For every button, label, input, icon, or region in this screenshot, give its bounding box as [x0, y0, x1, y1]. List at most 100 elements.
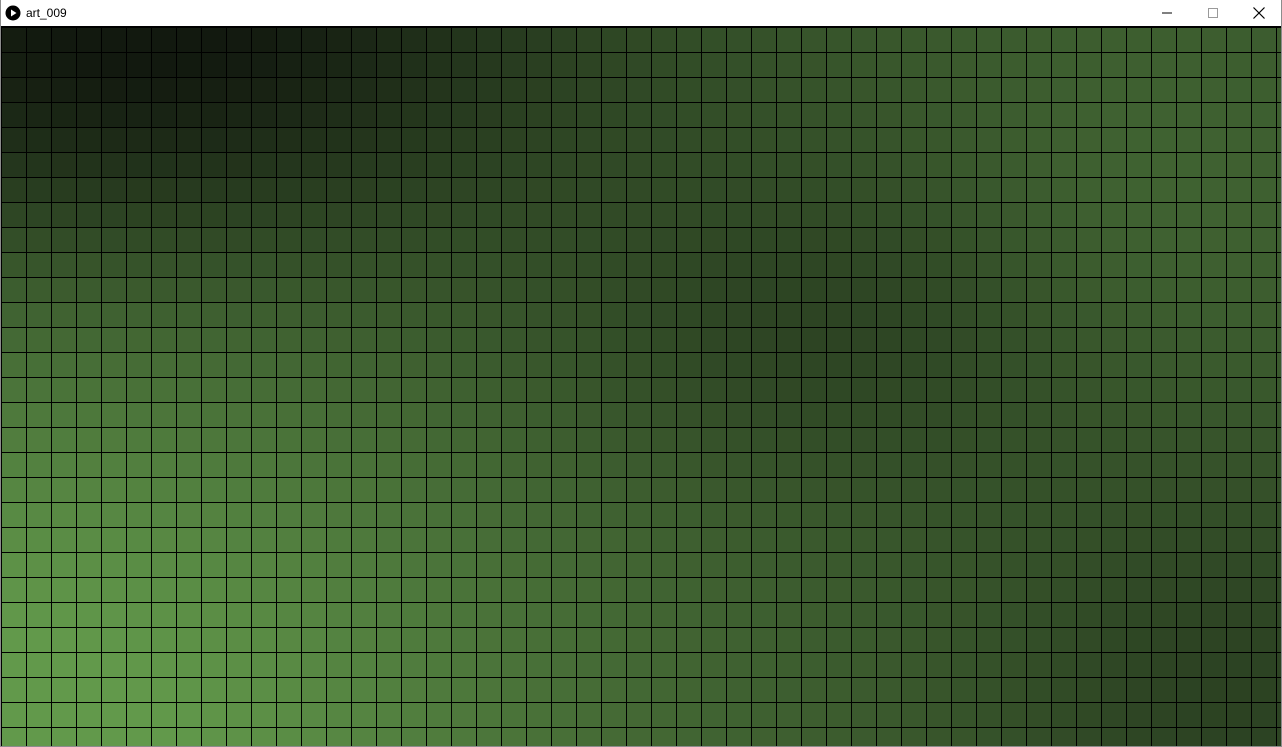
grid-cell: [76, 427, 102, 453]
grid-cell: [526, 202, 552, 228]
grid-cell: [976, 27, 1002, 53]
grid-cell: [51, 327, 77, 353]
sketch-canvas[interactable]: [1, 26, 1281, 746]
grid-cell: [851, 252, 877, 278]
grid-cell: [1176, 452, 1202, 478]
grid-cell: [476, 202, 502, 228]
grid-cell: [1101, 702, 1127, 728]
grid-cell: [76, 727, 102, 746]
grid-cell: [451, 652, 477, 678]
grid-cell: [576, 452, 602, 478]
grid-cell: [1251, 277, 1277, 303]
grid-cell: [151, 327, 177, 353]
grid-cell: [701, 527, 727, 553]
grid-cell: [426, 577, 452, 603]
grid-cell: [801, 102, 827, 128]
grid-cell: [626, 302, 652, 328]
grid-cell: [201, 27, 227, 53]
grid-cell: [951, 27, 977, 53]
grid-cell: [651, 252, 677, 278]
grid-cell: [276, 252, 302, 278]
grid-cell: [776, 452, 802, 478]
grid-cell: [476, 677, 502, 703]
grid-cell: [401, 452, 427, 478]
grid-cell: [76, 377, 102, 403]
grid-cell: [326, 602, 352, 628]
grid-cell: [251, 677, 277, 703]
grid-cell: [876, 277, 902, 303]
grid-cell: [476, 327, 502, 353]
grid-cell: [151, 677, 177, 703]
grid-cell: [176, 27, 202, 53]
grid-cell: [901, 477, 927, 503]
grid-cell: [851, 27, 877, 53]
grid-cell: [776, 527, 802, 553]
grid-cell: [226, 477, 252, 503]
grid-cell: [1176, 202, 1202, 228]
grid-cell: [151, 602, 177, 628]
grid-cell: [301, 202, 327, 228]
grid-cell: [1276, 727, 1281, 746]
title-bar[interactable]: art_009: [1, 0, 1281, 26]
grid-cell: [1126, 102, 1152, 128]
maximize-button[interactable]: [1190, 0, 1236, 26]
grid-cell: [176, 727, 202, 746]
grid-cell: [1201, 677, 1227, 703]
grid-cell: [751, 52, 777, 78]
grid-cell: [576, 552, 602, 578]
grid-cell: [1126, 652, 1152, 678]
grid-cell: [1176, 602, 1202, 628]
grid-cell: [1151, 252, 1177, 278]
grid-cell: [576, 252, 602, 278]
grid-cell: [876, 377, 902, 403]
grid-cell: [401, 352, 427, 378]
grid-cell: [1176, 627, 1202, 653]
minimize-button[interactable]: [1144, 0, 1190, 26]
grid-cell: [1226, 502, 1252, 528]
grid-cell: [1026, 352, 1052, 378]
grid-cell: [976, 452, 1002, 478]
grid-cell: [876, 27, 902, 53]
grid-cell: [451, 177, 477, 203]
grid-cell: [826, 577, 852, 603]
grid-cell: [1126, 552, 1152, 578]
grid-cell: [476, 477, 502, 503]
grid-cell: [1126, 477, 1152, 503]
grid-cell: [651, 52, 677, 78]
grid-cell: [201, 302, 227, 328]
grid-cell: [1151, 577, 1177, 603]
grid-cell: [426, 477, 452, 503]
grid-cell: [901, 327, 927, 353]
grid-cell: [76, 127, 102, 153]
close-button[interactable]: [1236, 0, 1282, 26]
grid-cell: [176, 77, 202, 103]
grid-cell: [451, 377, 477, 403]
grid-cell: [26, 177, 52, 203]
grid-cell: [1226, 552, 1252, 578]
grid-cell: [1101, 177, 1127, 203]
grid-cell: [1251, 627, 1277, 653]
grid-cell: [826, 527, 852, 553]
grid-cell: [401, 402, 427, 428]
grid-cell: [226, 602, 252, 628]
grid-cell: [701, 202, 727, 228]
grid-cell: [51, 202, 77, 228]
grid-cell: [1151, 677, 1177, 703]
grid-cell: [1251, 702, 1277, 728]
grid-cell: [901, 377, 927, 403]
grid-cell: [326, 627, 352, 653]
grid-cell: [51, 102, 77, 128]
grid-cell: [976, 627, 1002, 653]
grid-cell: [926, 52, 952, 78]
grid-cell: [101, 277, 127, 303]
grid-cell: [1, 702, 27, 728]
grid-cell: [476, 177, 502, 203]
grid-cell: [1051, 402, 1077, 428]
grid-cell: [626, 727, 652, 746]
grid-cell: [826, 627, 852, 653]
grid-cell: [51, 302, 77, 328]
grid-cell: [476, 602, 502, 628]
grid-cell: [1276, 227, 1281, 253]
grid-cell: [376, 27, 402, 53]
grid-cell: [951, 77, 977, 103]
